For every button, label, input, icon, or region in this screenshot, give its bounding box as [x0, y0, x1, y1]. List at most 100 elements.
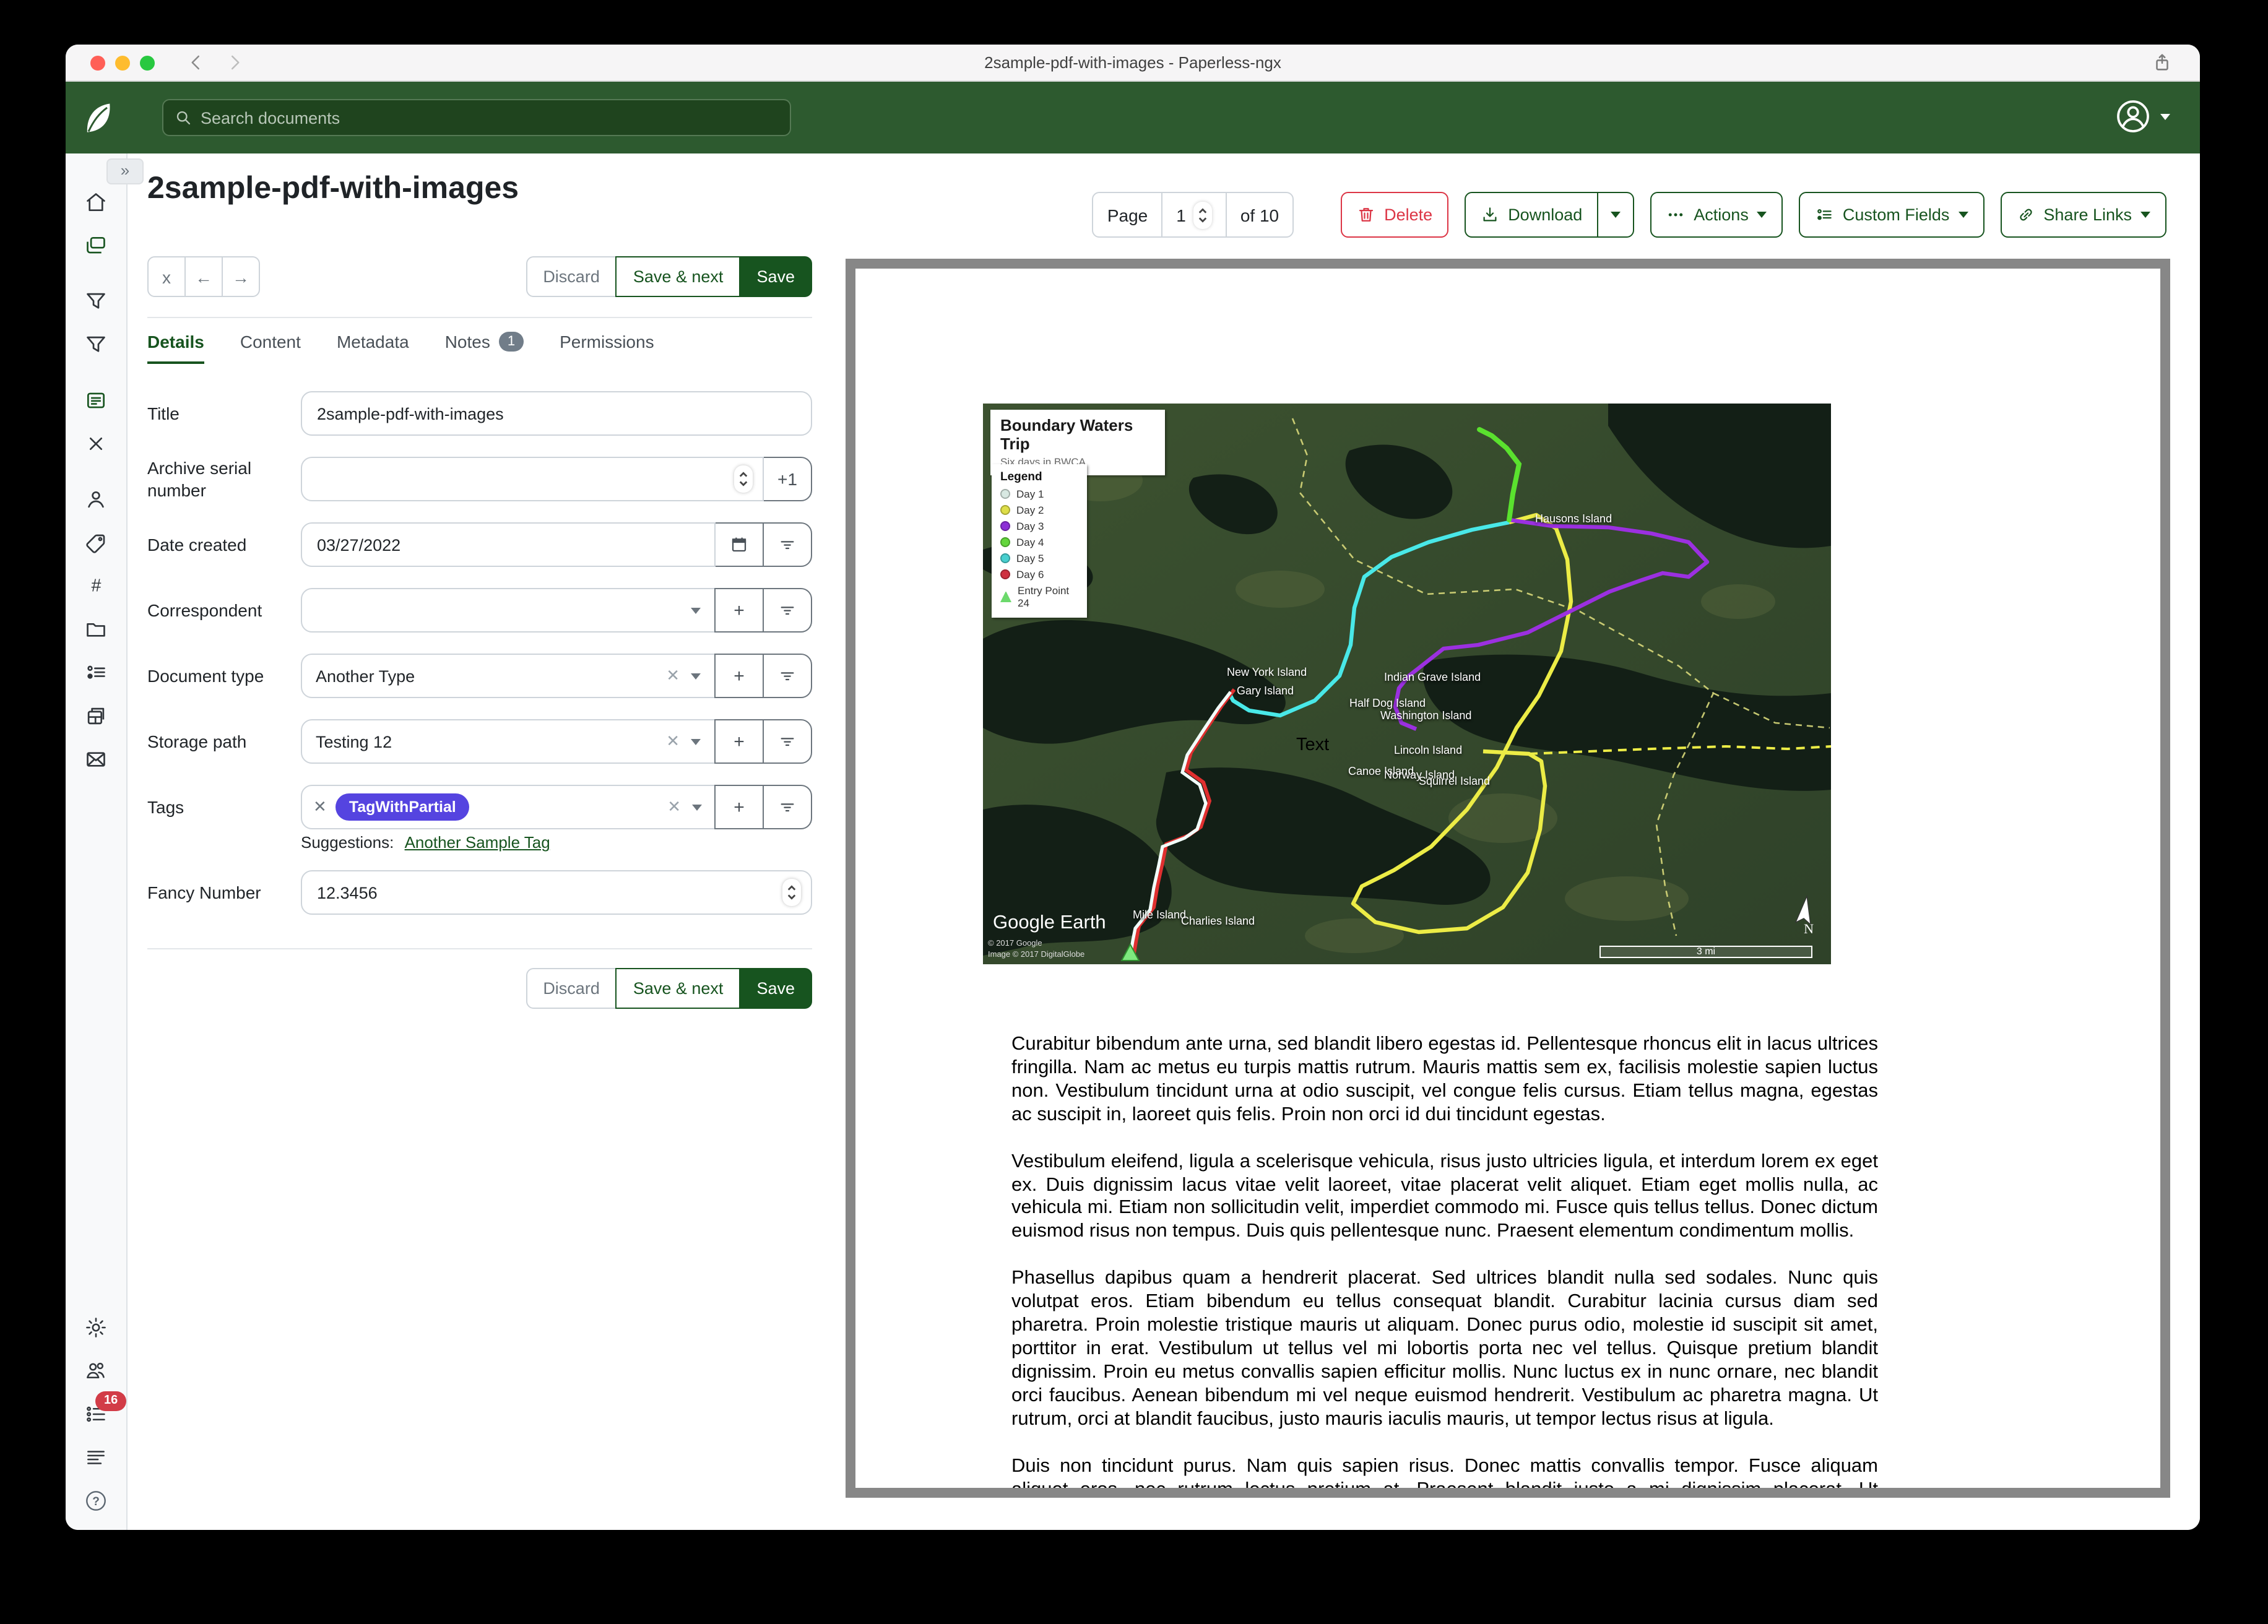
map-figure: Boundary Waters Trip Six days in BWCA Le…: [983, 404, 1831, 964]
chevron-down-icon: [1958, 212, 1968, 218]
island-label: Mile Island: [1133, 909, 1186, 921]
search-input[interactable]: [201, 108, 779, 127]
sidebar-item-documents[interactable]: [84, 234, 108, 257]
satellite-map-image: [983, 404, 1831, 964]
sidebar-item-correspondents[interactable]: [84, 488, 108, 511]
tab-details[interactable]: Details: [147, 332, 204, 352]
sidebar-item-storage-paths[interactable]: [84, 618, 108, 641]
discard-button[interactable]: Discard: [526, 969, 617, 1009]
sidebar-item-tasks[interactable]: 16: [84, 1402, 108, 1426]
next-document-button[interactable]: →: [222, 256, 260, 297]
day4-marker-icon: [1000, 537, 1010, 547]
sidebar-item-file-tasks[interactable]: [84, 704, 108, 728]
share-icon[interactable]: [2152, 52, 2173, 73]
previous-document-button[interactable]: ←: [184, 256, 223, 297]
entry-point-marker-icon: [1000, 591, 1011, 602]
document-type-select[interactable]: Another Type✕: [301, 654, 716, 699]
sidebar-item-tags[interactable]: [84, 531, 108, 555]
tab-permissions[interactable]: Permissions: [560, 332, 654, 352]
document-type-filter-button[interactable]: [763, 654, 812, 699]
add-tag-button[interactable]: +: [714, 785, 764, 830]
share-links-button[interactable]: Share Links: [2000, 192, 2166, 238]
tags-select[interactable]: ✕ TagWithPartial ✕: [301, 785, 716, 830]
sidebar-item-mail[interactable]: [84, 748, 108, 771]
pdf-page: Boundary Waters Trip Six days in BWCA Le…: [855, 269, 2160, 1498]
fancy-number-stepper[interactable]: [782, 879, 801, 907]
close-editor-button[interactable]: x: [147, 256, 186, 297]
correspondent-label: Correspondent: [147, 589, 301, 633]
save-button[interactable]: Save: [739, 256, 812, 297]
island-label: Lincoln Island: [1394, 744, 1462, 756]
add-correspondent-button[interactable]: +: [714, 589, 764, 633]
chevron-down-icon: [2140, 212, 2150, 218]
asn-input[interactable]: [301, 457, 764, 501]
sidebar-item-users-groups[interactable]: [84, 1359, 108, 1383]
storage-path-select[interactable]: Testing 12✕: [301, 720, 716, 764]
correspondent-select[interactable]: [301, 589, 716, 633]
custom-fields-button[interactable]: Custom Fields: [1799, 192, 1984, 238]
page-number-input[interactable]: 1: [1161, 193, 1227, 236]
actions-button[interactable]: Actions: [1650, 192, 1783, 238]
browser-back-icon[interactable]: [187, 53, 206, 72]
add-storage-path-button[interactable]: +: [714, 720, 764, 764]
sidebar-item-documentation[interactable]: ?: [84, 1489, 108, 1513]
storage-path-filter-button[interactable]: [763, 720, 812, 764]
sidebar-item-custom-fields[interactable]: [84, 661, 108, 685]
sidebar-expand-button[interactable]: »: [106, 158, 144, 184]
day5-marker-icon: [1000, 553, 1010, 563]
suggestion-link[interactable]: Another Sample Tag: [405, 834, 550, 852]
minimize-window-button[interactable]: [115, 55, 130, 70]
tag-chip[interactable]: TagWithPartial: [335, 794, 470, 821]
date-created-input[interactable]: [301, 523, 716, 568]
title-input[interactable]: [301, 391, 812, 436]
calendar-button[interactable]: [714, 523, 764, 568]
storage-path-label: Storage path: [147, 720, 301, 764]
island-label: Washington Island: [1380, 709, 1471, 722]
sidebar-item-dashboard[interactable]: [84, 191, 108, 214]
page-stepper[interactable]: [1193, 201, 1212, 228]
sidebar: » # 16 ?: [66, 153, 128, 1530]
fancy-number-input[interactable]: [301, 871, 812, 915]
asn-plus-one-button[interactable]: +1: [763, 457, 812, 501]
filter-lines-icon: [777, 798, 797, 818]
discard-button[interactable]: Discard: [526, 256, 617, 297]
delete-button[interactable]: Delete: [1341, 192, 1448, 238]
add-document-type-button[interactable]: +: [714, 654, 764, 699]
clear-icon[interactable]: ✕: [666, 667, 680, 686]
close-window-button[interactable]: [90, 55, 105, 70]
legend-item: Day 1: [1000, 488, 1078, 500]
remove-tag-icon[interactable]: ✕: [313, 798, 327, 818]
traffic-lights: [90, 55, 155, 70]
tab-metadata[interactable]: Metadata: [337, 332, 409, 352]
user-menu[interactable]: [2114, 98, 2170, 135]
clear-icon[interactable]: ✕: [666, 732, 680, 752]
main-content: 2sample-pdf-with-images Page 1 of 10 Del…: [128, 153, 2200, 1530]
save-and-next-button[interactable]: Save & next: [616, 256, 741, 297]
asn-stepper[interactable]: [734, 465, 753, 493]
clear-icon[interactable]: ✕: [667, 798, 681, 818]
pdf-preview-pane[interactable]: Boundary Waters Trip Six days in BWCA Le…: [846, 259, 2170, 1498]
desktop: 2sample-pdf-with-images - Paperless-ngx …: [0, 0, 2268, 1624]
save-and-next-button[interactable]: Save & next: [616, 969, 741, 1009]
download-button[interactable]: Download: [1465, 192, 1598, 238]
sidebar-item-document-types[interactable]: #: [84, 574, 108, 598]
sidebar-item-open-document[interactable]: [84, 389, 108, 412]
tab-notes[interactable]: Notes1: [445, 332, 524, 352]
download-options-button[interactable]: [1598, 192, 1634, 238]
correspondent-filter-button[interactable]: [763, 589, 812, 633]
tags-filter-button[interactable]: [763, 785, 812, 830]
sidebar-item-saved-view-2[interactable]: [84, 333, 108, 356]
svg-text:#: #: [91, 576, 102, 596]
sidebar-item-logs[interactable]: [84, 1446, 108, 1469]
close-document-icon[interactable]: [84, 432, 108, 456]
sidebar-item-saved-view-1[interactable]: [84, 290, 108, 313]
browser-forward-icon[interactable]: [225, 53, 244, 72]
chevron-down-icon: [691, 608, 701, 614]
save-button[interactable]: Save: [739, 969, 812, 1009]
legend-title: Legend: [1000, 470, 1078, 484]
sidebar-item-settings[interactable]: [84, 1316, 108, 1339]
zoom-window-button[interactable]: [140, 55, 155, 70]
date-filter-button[interactable]: [763, 523, 812, 568]
paperless-logo-icon[interactable]: [82, 99, 114, 136]
tab-content[interactable]: Content: [240, 332, 301, 352]
